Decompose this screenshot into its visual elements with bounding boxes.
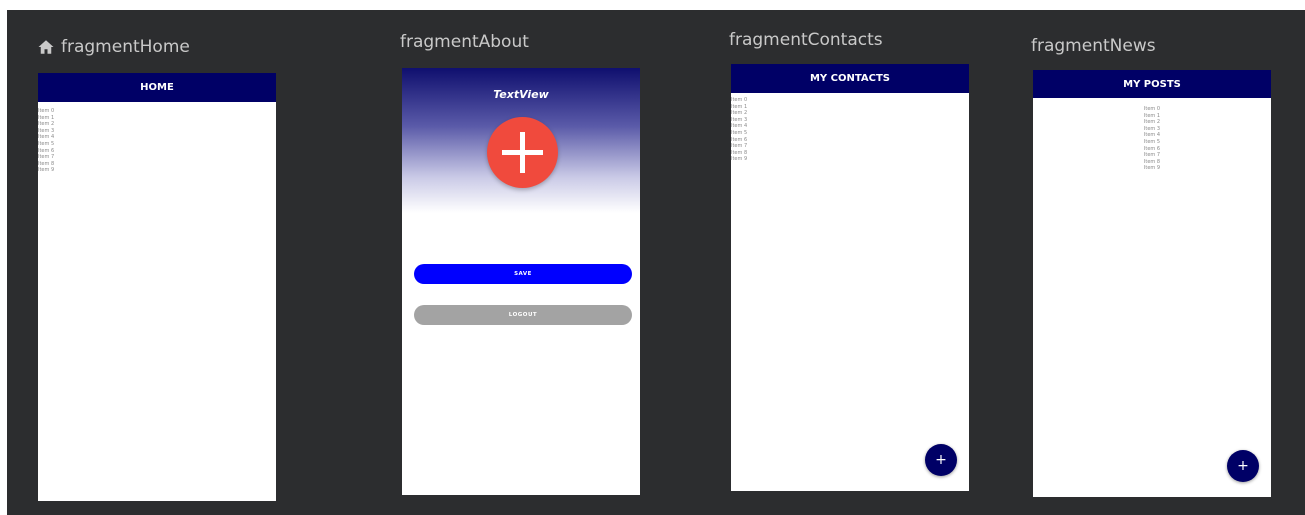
- contacts-item-list: Item 0 Item 1 Item 2 Item 3 Item 4 Item …: [731, 93, 969, 163]
- fragment-about-preview[interactable]: TextView SAVE LOGOUT: [402, 68, 640, 495]
- list-item[interactable]: Item 3: [38, 128, 276, 135]
- about-textview: TextView: [493, 88, 549, 101]
- home-icon: [38, 40, 54, 54]
- news-appbar-title: MY POSTS: [1123, 78, 1181, 90]
- list-item[interactable]: Item 5: [731, 130, 969, 137]
- list-item[interactable]: Item 3: [731, 117, 969, 124]
- fragment-contacts-label: fragmentContacts: [729, 30, 883, 50]
- save-button[interactable]: SAVE: [414, 264, 632, 284]
- save-button-label: SAVE: [514, 271, 532, 277]
- fragment-news-preview[interactable]: MY POSTS Item 0 Item 1 Item 2 Item 3 Ite…: [1033, 70, 1271, 497]
- list-item[interactable]: Item 7: [1033, 152, 1271, 159]
- news-item-list: Item 0 Item 1 Item 2 Item 3 Item 4 Item …: [1033, 98, 1271, 172]
- contacts-appbar-title: MY CONTACTS: [809, 73, 891, 84]
- list-item[interactable]: Item 7: [731, 143, 969, 150]
- design-canvas: fragmentHome HOME Item 0 Item 1 Item 2 I…: [7, 10, 1305, 515]
- list-item[interactable]: Item 4: [38, 134, 276, 141]
- list-item[interactable]: Item 6: [1033, 146, 1271, 153]
- list-item[interactable]: Item 5: [1033, 139, 1271, 146]
- logout-button-label: LOGOUT: [508, 312, 538, 318]
- contacts-add-fab[interactable]: +: [925, 444, 957, 476]
- home-item-list: Item 0 Item 1 Item 2 Item 3 Item 4 Item …: [38, 102, 276, 174]
- fragment-about-title[interactable]: fragmentAbout: [400, 32, 529, 52]
- fragment-home-title[interactable]: fragmentHome: [37, 37, 190, 57]
- fragment-home-preview[interactable]: HOME Item 0 Item 1 Item 2 Item 3 Item 4 …: [38, 73, 276, 501]
- list-item[interactable]: Item 9: [38, 167, 276, 174]
- list-item[interactable]: Item 8: [731, 150, 969, 157]
- list-item[interactable]: Item 5: [38, 141, 276, 148]
- fragment-home-label: fragmentHome: [61, 37, 190, 57]
- contacts-appbar: MY CONTACTS: [731, 64, 969, 93]
- list-item[interactable]: Item 0: [731, 97, 969, 104]
- list-item[interactable]: Item 6: [731, 137, 969, 144]
- list-item[interactable]: Item 8: [1033, 159, 1271, 166]
- home-appbar: HOME: [38, 73, 276, 102]
- fragment-news-title[interactable]: fragmentNews: [1031, 36, 1156, 56]
- list-item[interactable]: Item 9: [731, 156, 969, 163]
- list-item[interactable]: Item 8: [38, 161, 276, 168]
- plus-icon: [502, 132, 543, 173]
- list-item[interactable]: Item 0: [1033, 106, 1271, 113]
- plus-icon: +: [1237, 458, 1249, 474]
- home-appbar-title: HOME: [140, 82, 174, 93]
- list-item[interactable]: Item 2: [731, 110, 969, 117]
- list-item[interactable]: Item 6: [38, 148, 276, 155]
- list-item[interactable]: Item 4: [1033, 132, 1271, 139]
- news-appbar: MY POSTS: [1033, 70, 1271, 98]
- list-item[interactable]: Item 1: [731, 104, 969, 111]
- plus-icon: +: [935, 452, 947, 468]
- list-item[interactable]: Item 0: [38, 108, 276, 115]
- fragment-contacts-preview[interactable]: MY CONTACTS Item 0 Item 1 Item 2 Item 3 …: [731, 64, 969, 491]
- about-add-fab[interactable]: [487, 117, 558, 188]
- list-item[interactable]: Item 3: [1033, 126, 1271, 133]
- fragment-news-label: fragmentNews: [1031, 36, 1156, 56]
- list-item[interactable]: Item 2: [38, 121, 276, 128]
- list-item[interactable]: Item 7: [38, 154, 276, 161]
- list-item[interactable]: Item 4: [731, 123, 969, 130]
- fragment-contacts-title[interactable]: fragmentContacts: [729, 30, 883, 50]
- logout-button[interactable]: LOGOUT: [414, 305, 632, 325]
- list-item[interactable]: Item 2: [1033, 119, 1271, 126]
- list-item[interactable]: Item 1: [1033, 113, 1271, 120]
- list-item[interactable]: Item 9: [1033, 165, 1271, 172]
- news-add-fab[interactable]: +: [1227, 450, 1259, 482]
- fragment-about-label: fragmentAbout: [400, 32, 529, 52]
- list-item[interactable]: Item 1: [38, 115, 276, 122]
